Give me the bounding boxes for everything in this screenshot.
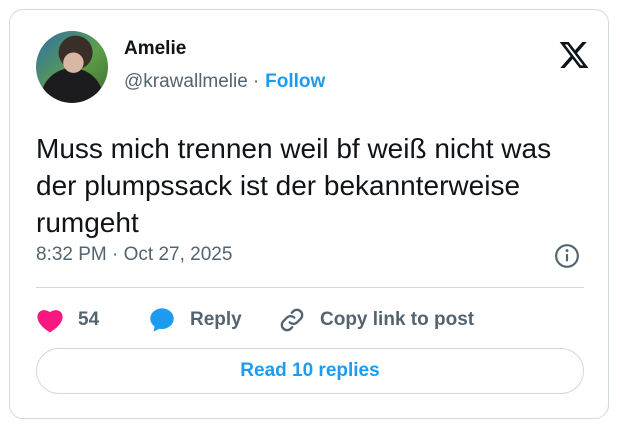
- x-logo-icon[interactable]: [557, 39, 591, 71]
- like-button[interactable]: 54: [36, 304, 99, 336]
- read-replies-button[interactable]: Read 10 replies: [36, 348, 584, 394]
- speech-bubble-icon: [150, 308, 174, 332]
- reply-label: Reply: [190, 309, 242, 330]
- tweet-card: Amelie @krawallmelie · Follow Muss mich tr…: [9, 9, 609, 419]
- follow-button[interactable]: Follow: [265, 71, 325, 92]
- avatar[interactable]: [36, 31, 108, 103]
- timestamp[interactable]: 8:32 PM · Oct 27, 2025: [36, 244, 232, 266]
- reply-button[interactable]: Reply: [148, 304, 242, 336]
- author-handle[interactable]: @krawallmelie: [124, 71, 248, 92]
- divider: [36, 287, 584, 288]
- tweet-text: Muss mich trennen weil bf weiß nicht was…: [36, 133, 552, 238]
- link-icon: [280, 308, 304, 332]
- copy-link-button[interactable]: Copy link to post: [278, 304, 474, 336]
- author-name[interactable]: Amelie: [124, 38, 186, 60]
- handle-row: @krawallmelie · Follow: [124, 71, 325, 93]
- separator: ·: [252, 71, 260, 92]
- heart-icon: [37, 310, 63, 333]
- copy-link-label: Copy link to post: [320, 309, 475, 330]
- like-count: 54: [78, 309, 100, 330]
- info-icon[interactable]: [554, 243, 580, 269]
